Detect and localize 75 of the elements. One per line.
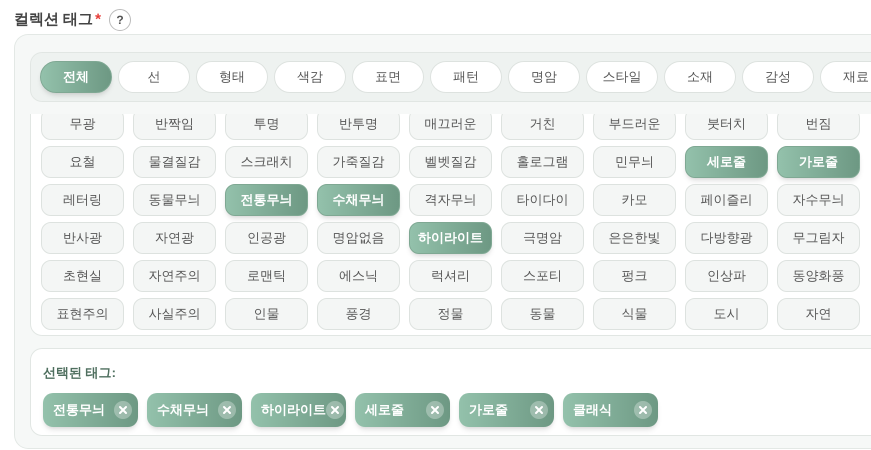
tag-chip[interactable]: 스크래치 [225,146,308,178]
required-mark: * [95,10,102,30]
tag-chip[interactable]: 인공광 [225,222,308,254]
tag-chip[interactable]: 카모 [593,184,676,216]
tag-chip[interactable]: 붓터치 [685,114,768,140]
tag-chip[interactable]: 홀로그램 [501,146,584,178]
tag-chip[interactable]: 펑크 [593,260,676,292]
tag-chip[interactable]: 번짐 [777,114,860,140]
selected-tags-title: 선택된 태그: [43,364,116,382]
tag-chip[interactable]: 인상파 [685,260,768,292]
category-tab[interactable]: 명암 [508,61,580,93]
tag-chip[interactable]: 스포티 [501,260,584,292]
category-tab[interactable]: 색감 [274,61,346,93]
tag-chip[interactable]: 다방향광 [685,222,768,254]
tag-chip[interactable]: 매끄러운 [409,114,492,140]
tag-chip[interactable]: 무그림자 [777,222,860,254]
tag-chip[interactable]: 레터링 [41,184,124,216]
tag-chip[interactable]: 무광 [41,114,124,140]
tag-chip[interactable]: 에스닉 [317,260,400,292]
tag-chip[interactable]: 거친 [501,114,584,140]
tag-chip[interactable]: 반투명 [317,114,400,140]
tag-chip[interactable]: 정물 [409,298,492,330]
tag-chip[interactable]: 반사광 [41,222,124,254]
category-tab[interactable]: 스타일 [586,61,658,93]
category-tab[interactable]: 감성 [742,61,814,93]
tag-chip[interactable]: 동물무늬 [133,184,216,216]
tag-chip[interactable]: 사실주의 [133,298,216,330]
tag-chip[interactable]: 투명 [225,114,308,140]
close-icon[interactable] [426,400,444,418]
category-tab[interactable]: 형태 [196,61,268,93]
selected-tag-chip: 전통무늬 [43,392,138,426]
close-icon[interactable] [114,400,132,418]
category-tab[interactable]: 재료 [820,61,871,93]
tag-chip[interactable]: 인물 [225,298,308,330]
tag-chip[interactable]: 물결질감 [133,146,216,178]
selected-tag-chip: 세로줄 [355,392,450,426]
selected-tag-chip: 수채무늬 [147,392,242,426]
tag-chip[interactable]: 극명암 [501,222,584,254]
selected-tag-chip: 가로줄 [459,392,554,426]
category-tab[interactable]: 패턴 [430,61,502,93]
tag-chip[interactable]: 표현주의 [41,298,124,330]
field-label: 컬렉션 태그 [14,10,94,30]
help-button[interactable]: ? [109,9,132,31]
tag-chip[interactable]: 동물 [501,298,584,330]
tag-chip[interactable]: 풍경 [317,298,400,330]
tag-chip[interactable]: 자연 [777,298,860,330]
tag-chip[interactable]: 명암없음 [317,222,400,254]
category-tab[interactable]: 소재 [664,61,736,93]
tag-chip[interactable]: 타이다이 [501,184,584,216]
tag-chip[interactable]: 럭셔리 [409,260,492,292]
selected-tag-chip: 클래식 [563,392,658,426]
tag-chip[interactable]: 페이즐리 [685,184,768,216]
tag-chip[interactable]: 반짝임 [133,114,216,140]
tag-chip[interactable]: 도시 [685,298,768,330]
category-tab[interactable]: 표면 [352,61,424,93]
tag-chip[interactable]: 은은한빛 [593,222,676,254]
tag-chip[interactable]: 요철 [41,146,124,178]
tag-chip[interactable]: 자연주의 [133,260,216,292]
tag-chip[interactable]: 벨벳질감 [409,146,492,178]
close-icon[interactable] [530,400,548,418]
selected-tag-chip: 하이라이트 [251,392,346,426]
close-icon[interactable] [218,400,236,418]
tag-chip[interactable]: 자연광 [133,222,216,254]
tag-chip[interactable]: 가죽질감 [317,146,400,178]
tag-chip[interactable]: 민무늬 [593,146,676,178]
close-icon[interactable] [634,400,652,418]
tag-chip[interactable]: 식물 [593,298,676,330]
tag-chip[interactable]: 부드러운 [593,114,676,140]
tag-chip[interactable]: 로맨틱 [225,260,308,292]
tag-chip[interactable]: 동양화풍 [777,260,860,292]
tag-chip[interactable]: 격자무늬 [409,184,492,216]
tag-chip[interactable]: 자수무늬 [777,184,860,216]
category-tab[interactable]: 선 [118,61,190,93]
close-icon[interactable] [326,400,344,418]
tag-chip[interactable]: 초현실 [41,260,124,292]
